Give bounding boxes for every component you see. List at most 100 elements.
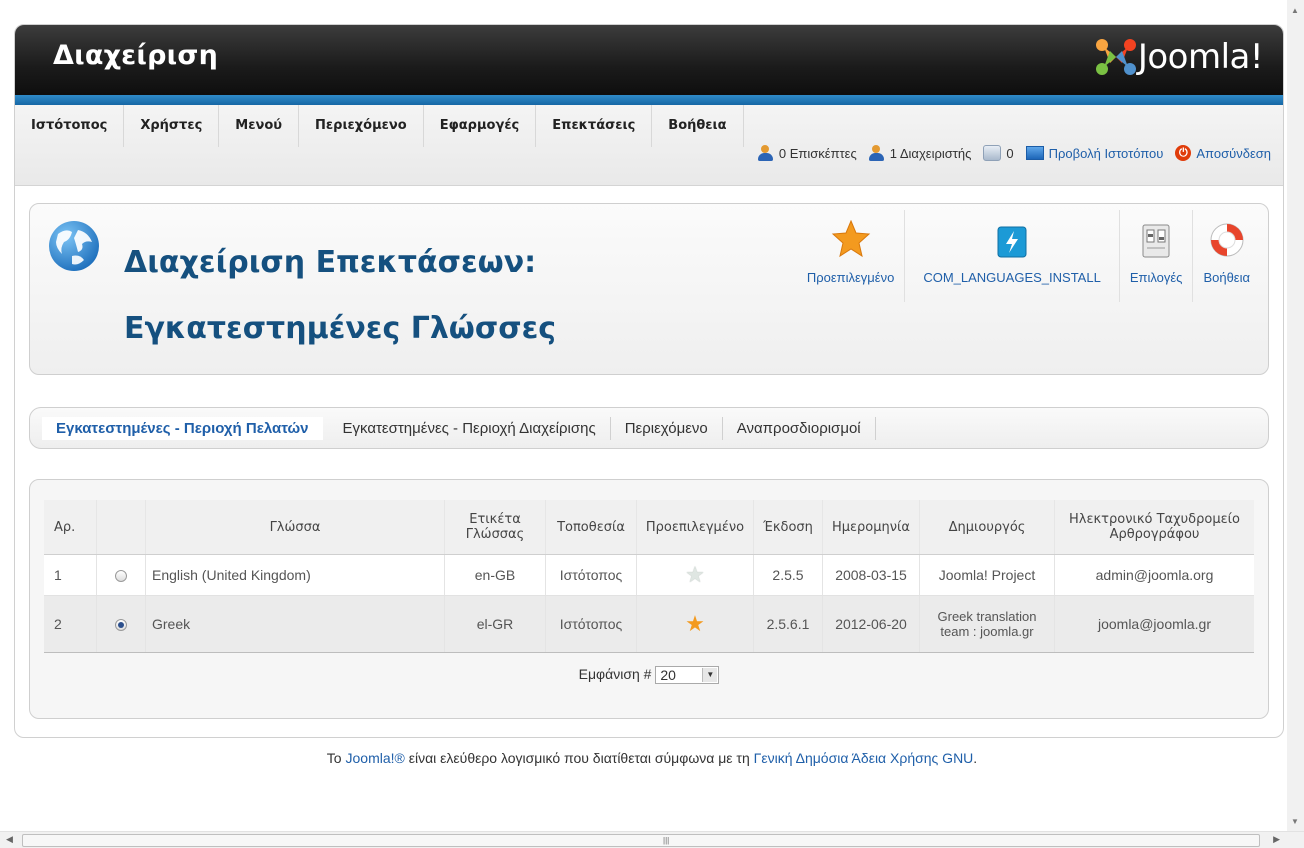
col-num[interactable]: Αρ. — [44, 500, 97, 555]
row-tag: el-GR — [444, 595, 546, 653]
vertical-scrollbar[interactable]: ▲ ▼ — [1287, 0, 1304, 832]
languages-panel: Αρ. Γλώσσα Ετικέτα Γλώσσας Τοποθεσία Προ… — [29, 479, 1269, 719]
install-button[interactable]: COM_LANGUAGES_INSTALL — [905, 210, 1120, 302]
tab-content[interactable]: Περιεχόμενο — [611, 416, 723, 440]
col-date[interactable]: Ημερομηνία — [822, 500, 920, 555]
view-site-link[interactable]: Προβολή Ιστοτόπου — [1025, 146, 1164, 161]
messages-icon — [983, 145, 1002, 161]
help-button[interactable]: Βοήθεια — [1193, 210, 1260, 302]
row-select[interactable] — [96, 595, 146, 653]
row-tag: en-GB — [444, 554, 546, 596]
menu-menus[interactable]: Μενού — [219, 105, 300, 147]
install-button-label: COM_LANGUAGES_INSTALL — [923, 270, 1101, 285]
header-bar: Διαχείριση Joomla! — [15, 25, 1283, 95]
menu-components[interactable]: Εφαρμογές — [424, 105, 537, 147]
joomla-logo: Joomla! — [1094, 37, 1264, 77]
logout-link[interactable]: ⏻ Αποσύνδεση — [1175, 145, 1271, 161]
tab-installed-admin[interactable]: Εγκατεστημένες - Περιοχή Διαχείρισης — [329, 416, 611, 440]
visitors-icon — [757, 145, 776, 161]
col-select — [96, 500, 146, 555]
col-language[interactable]: Γλώσσα — [145, 500, 445, 555]
table-row: 1 English (United Kingdom) en-GB Ιστότοπ… — [44, 554, 1254, 596]
row-email: admin@joomla.org — [1054, 554, 1254, 596]
row-version: 2.5.6.1 — [753, 595, 823, 653]
screen-icon — [1025, 146, 1044, 160]
menu-extensions[interactable]: Επεκτάσεις — [536, 105, 653, 147]
submenu: Εγκατεστημένες - Περιοχή Πελατών Εγκατεσ… — [29, 407, 1269, 449]
main-menu: Ιστότοπος Χρήστες Μενού Περιεχόμενο Εφαρ… — [15, 105, 1283, 147]
row-radio[interactable] — [115, 570, 127, 583]
col-default[interactable]: Προεπιλεγμένο — [636, 500, 754, 555]
admins-icon — [868, 145, 887, 161]
view-site-label[interactable]: Προβολή Ιστοτόπου — [1049, 146, 1164, 161]
tab-overrides[interactable]: Αναπροσδιορισμοί — [723, 416, 876, 440]
pagination: Εμφάνιση # 20 ▼ — [30, 666, 1268, 685]
scroll-right-icon[interactable]: ▶ — [1273, 834, 1280, 845]
scroll-up-icon[interactable]: ▲ — [1291, 6, 1299, 15]
col-tag[interactable]: Ετικέτα Γλώσσας — [444, 500, 546, 555]
table-row: 2 Greek el-GR Ιστότοπος ★ 2.5.6.1 2012-0… — [44, 595, 1254, 653]
menu-help[interactable]: Βοήθεια — [652, 105, 744, 147]
page-title: Διαχείριση Επεκτάσεων: Εγκατεστημένες Γλ… — [124, 245, 557, 346]
menubar: Ιστότοπος Χρήστες Μενού Περιεχόμενο Εφαρ… — [15, 105, 1283, 186]
row-num: 2 — [44, 595, 97, 653]
row-select[interactable] — [96, 554, 146, 596]
row-language: Greek — [145, 595, 445, 653]
visitors-count: 0 Επισκέπτες — [778, 145, 857, 161]
footer-license-link[interactable]: Γενική Δημόσια Άδεια Χρήσης GNU — [754, 750, 974, 766]
menu-content[interactable]: Περιεχόμενο — [299, 105, 424, 147]
limit-select[interactable]: 20 ▼ — [655, 666, 720, 685]
messages-status[interactable]: 0 — [983, 145, 1014, 161]
horizontal-scroll-thumb[interactable]: ||| — [22, 834, 1260, 847]
toolbar-buttons: Προεπιλεγμένο COM_LANGUAGES_INSTALL Επιλ… — [797, 210, 1260, 302]
row-author: Joomla! Project — [919, 554, 1055, 596]
star-icon — [831, 220, 870, 258]
row-num: 1 — [44, 554, 97, 596]
admin-frame: Διαχείριση Joomla! Ιστότοπος Χρήστες Μεν… — [14, 24, 1284, 738]
default-button-label: Προεπιλεγμένο — [806, 270, 895, 285]
row-radio[interactable] — [115, 619, 127, 632]
logout-label[interactable]: Αποσύνδεση — [1196, 146, 1271, 161]
joomla-logo-icon — [1095, 39, 1136, 75]
footer-middle: είναι ελεύθερο λογισμικό που διατίθεται … — [408, 750, 750, 766]
row-date: 2008-03-15 — [822, 554, 920, 596]
toolbar-box: Διαχείριση Επεκτάσεων: Εγκατεστημένες Γλ… — [29, 203, 1269, 375]
menu-users[interactable]: Χρήστες — [124, 105, 220, 147]
col-email[interactable]: Ηλεκτρονικό Ταχυδρομείο Αρθρογράφου — [1054, 500, 1254, 555]
footer: Το Joomla!® είναι ελεύθερο λογισμικό που… — [0, 750, 1304, 766]
help-button-label: Βοήθεια — [1203, 270, 1250, 285]
scroll-left-icon[interactable]: ◀ — [6, 834, 13, 845]
col-location[interactable]: Τοποθεσία — [545, 500, 637, 555]
row-default[interactable]: ★ — [636, 554, 754, 596]
messages-count: 0 — [1006, 145, 1014, 161]
row-date: 2012-06-20 — [822, 595, 920, 653]
row-email: joomla@joomla.gr — [1054, 595, 1254, 653]
footer-suffix: . — [973, 750, 978, 766]
default-button[interactable]: Προεπιλεγμένο — [797, 210, 906, 302]
col-author[interactable]: Δημιουργός — [919, 500, 1055, 555]
joomla-brand-text: Joomla! — [1137, 37, 1264, 77]
languages-table: Αρ. Γλώσσα Ετικέτα Γλώσσας Τοποθεσία Προ… — [44, 500, 1254, 653]
admin-title: Διαχείριση — [53, 40, 219, 71]
pager-label: Εμφάνιση # — [578, 666, 652, 682]
footer-joomla-link[interactable]: Joomla!® — [346, 750, 405, 766]
scroll-down-icon[interactable]: ▼ — [1291, 817, 1299, 826]
visitors-status: 0 Επισκέπτες — [757, 145, 857, 161]
tab-installed-site[interactable]: Εγκατεστημένες - Περιοχή Πελατών — [42, 416, 323, 440]
row-default: ★ — [636, 595, 754, 653]
install-icon — [997, 226, 1027, 258]
row-version: 2.5.5 — [753, 554, 823, 596]
horizontal-scrollbar[interactable]: ◀ ||| ▶ — [0, 831, 1304, 848]
menu-site[interactable]: Ιστότοπος — [15, 105, 125, 147]
table-header-row: Αρ. Γλώσσα Ετικέτα Γλώσσας Τοποθεσία Προ… — [44, 500, 1254, 555]
chevron-down-icon[interactable]: ▼ — [702, 668, 718, 683]
col-version[interactable]: Έκδοση — [753, 500, 823, 555]
grip-icon: ||| — [663, 836, 670, 845]
row-location: Ιστότοπος — [545, 595, 637, 653]
limit-select-value: 20 — [660, 667, 676, 684]
admins-status: 1 Διαχειριστής — [868, 145, 972, 161]
footer-prefix: Το — [326, 750, 342, 766]
admins-count: 1 Διαχειριστής — [889, 145, 972, 161]
options-button[interactable]: Επιλογές — [1120, 210, 1194, 302]
default-star-off-icon[interactable]: ★ — [685, 562, 705, 587]
